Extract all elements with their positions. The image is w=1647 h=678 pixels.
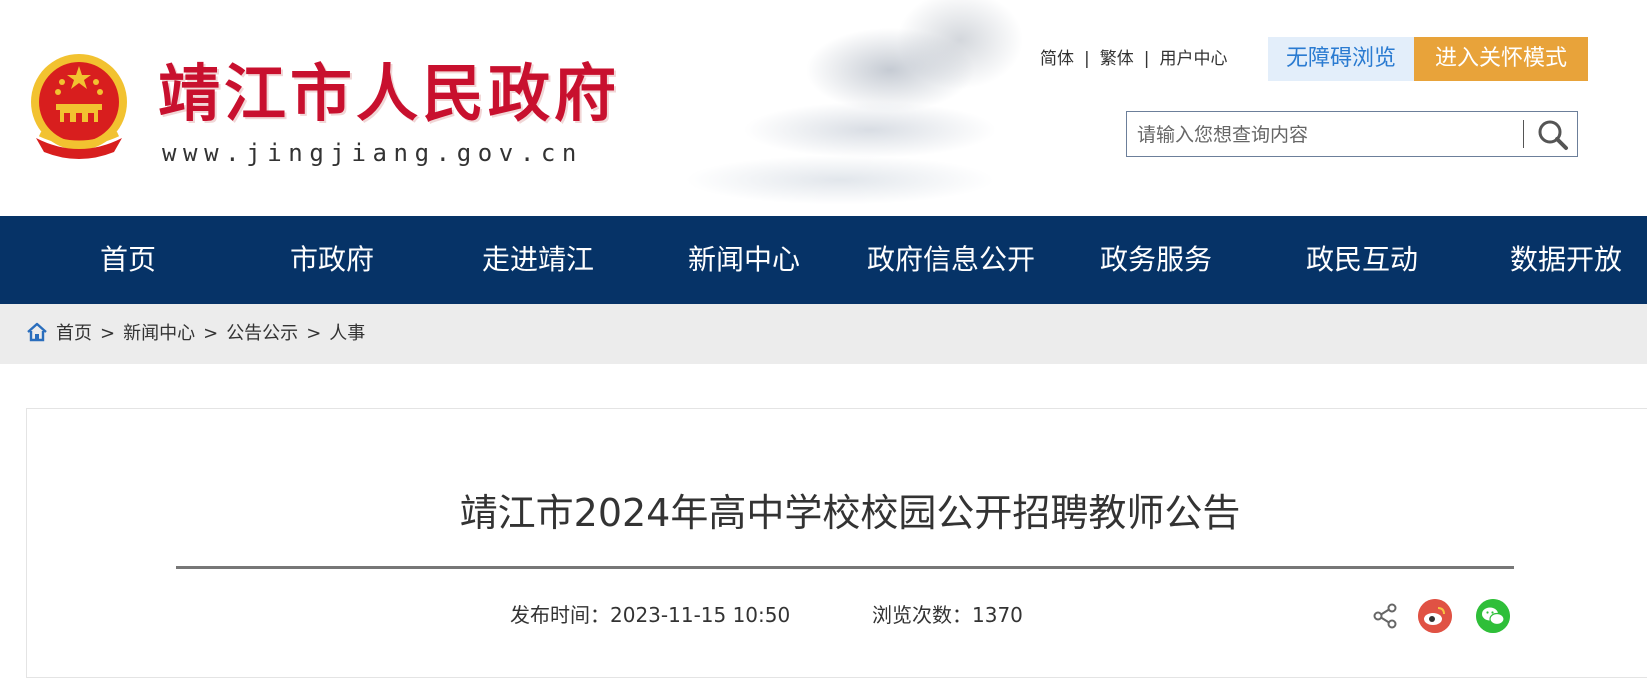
publish-time: 发布时间：2023-11-15 10:50 [510,603,791,627]
nav-item-open-data[interactable]: 数据开放 [1498,216,1634,304]
search-input[interactable] [1135,118,1519,152]
accessibility-button[interactable]: 无障碍浏览 [1268,37,1414,81]
breadcrumb-news-center[interactable]: 新闻中心 [123,323,195,344]
article-panel [26,408,1647,678]
breadcrumb-personnel[interactable]: 人事 [329,323,365,344]
breadcrumb: 首页 > 新闻中心 > 公告公示 > 人事 [26,304,365,364]
breadcrumb-home[interactable]: 首页 [56,323,92,344]
nav-item-public-interaction[interactable]: 政民互动 [1294,216,1430,304]
search-icon[interactable] [1531,116,1575,154]
site-title: 靖江市人民政府 [158,57,621,130]
search-box [1126,111,1578,157]
search-divider [1523,120,1524,148]
care-mode-button[interactable]: 进入关怀模式 [1414,37,1588,81]
home-icon [27,322,47,342]
view-count: 浏览次数：1370 [872,603,1023,627]
header-scenery-image [640,0,1100,216]
breadcrumb-announcements[interactable]: 公告公示 [226,323,298,344]
nav-item-city-government[interactable]: 市政府 [264,216,400,304]
wechat-icon[interactable] [1476,599,1510,633]
title-divider [176,566,1514,569]
main-nav: 首页 市政府 走进靖江 新闻中心 政府信息公开 政务服务 政民互动 数据开放 [0,216,1647,304]
site-header: 靖江市人民政府 www.jingjiang.gov.cn 简体 | 繁体 | 用户中心 … [0,0,1647,216]
breadcrumb-separator: > [100,323,116,344]
national-emblem-icon [31,54,127,159]
traditional-chinese-link[interactable]: 繁体 [1100,49,1134,69]
article-title: 靖江市2024年高中学校校园公开招聘教师公告 [459,491,1241,535]
nav-item-news-center[interactable]: 新闻中心 [676,216,812,304]
breadcrumb-separator: > [306,323,322,344]
breadcrumb-bar: 首页 > 新闻中心 > 公告公示 > 人事 [0,304,1647,364]
divider: | [1143,49,1150,69]
simplified-chinese-link[interactable]: 简体 [1040,49,1074,69]
weibo-icon[interactable] [1418,599,1452,633]
nav-item-about-jingjiang[interactable]: 走进靖江 [470,216,606,304]
divider: | [1084,49,1090,69]
top-links: 简体 | 繁体 | 用户中心 [1040,46,1227,72]
user-center-link[interactable]: 用户中心 [1159,49,1227,69]
nav-item-home[interactable]: 首页 [60,216,196,304]
breadcrumb-separator: > [203,323,219,344]
nav-item-government-info[interactable]: 政府信息公开 [858,216,1044,304]
share-icon[interactable] [1372,603,1398,629]
site-url: www.jingjiang.gov.cn [162,139,583,167]
nav-item-government-services[interactable]: 政务服务 [1088,216,1224,304]
